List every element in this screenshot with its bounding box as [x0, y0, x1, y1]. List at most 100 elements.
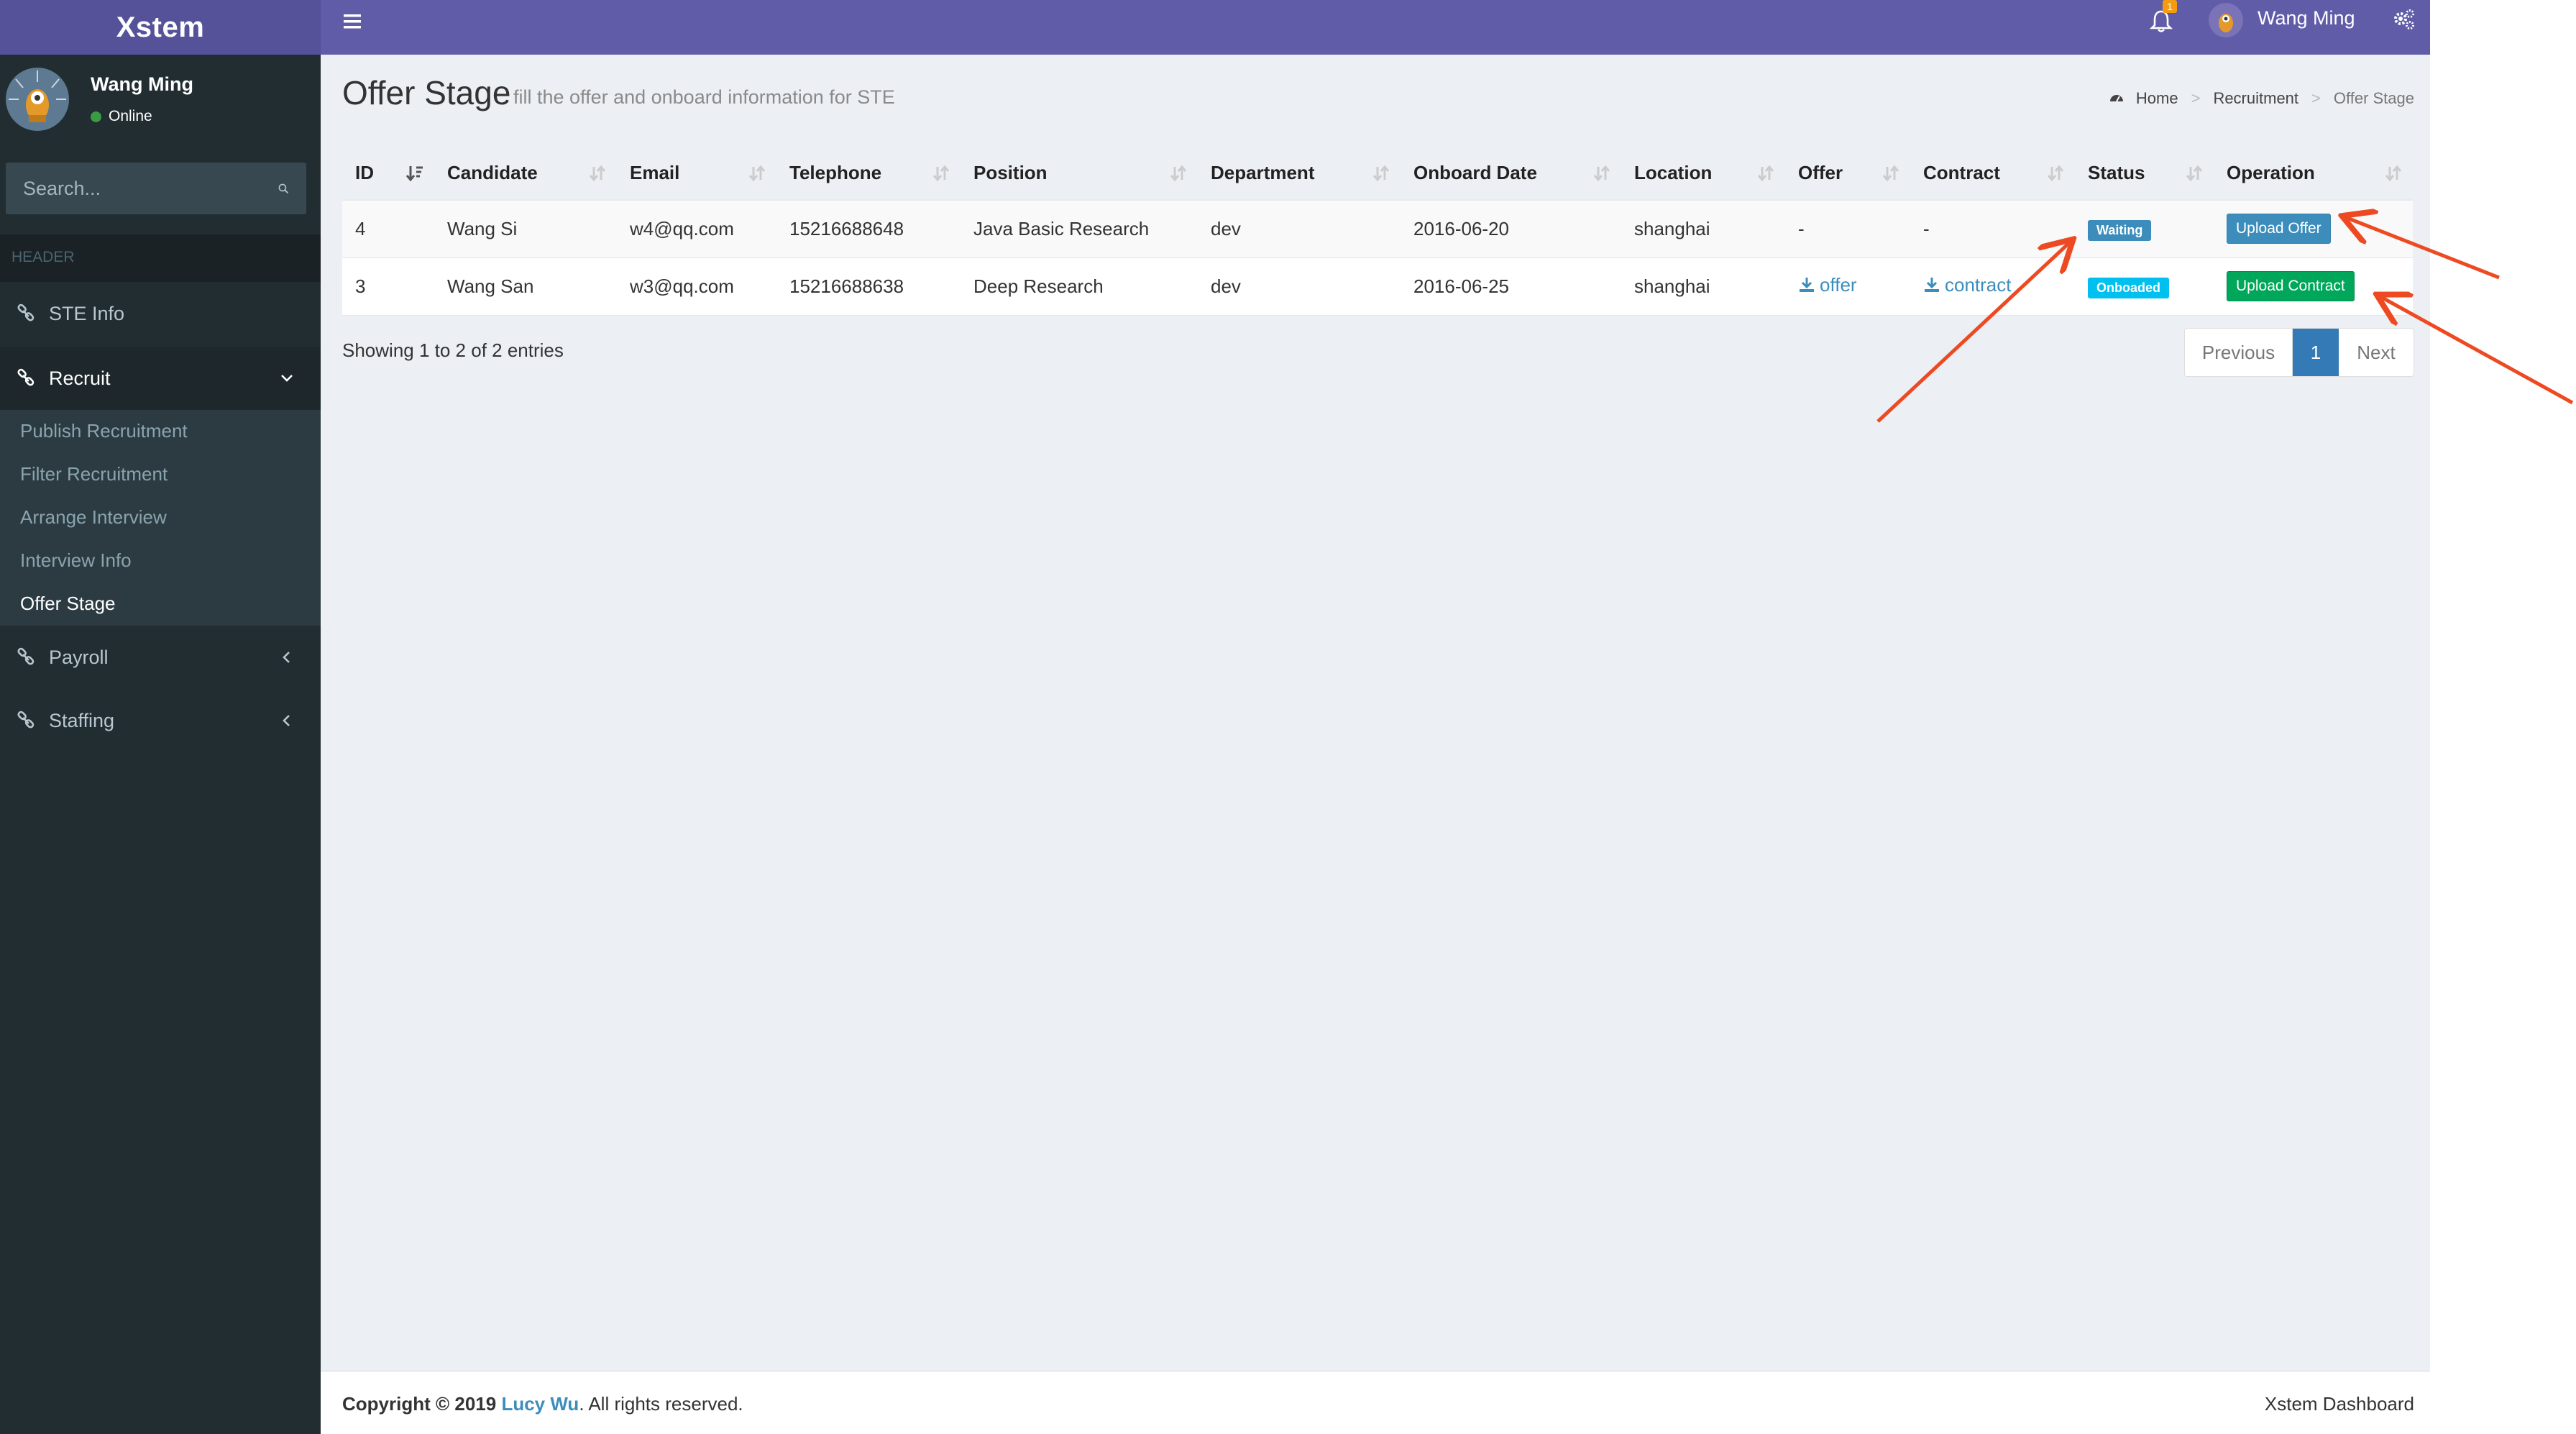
- pagination: Previous 1 Next: [2184, 328, 2414, 377]
- offer-table: ID Candidate Email Telephone Position De…: [342, 147, 2413, 316]
- column-header-contract[interactable]: Contract: [1910, 147, 2075, 201]
- cell-department: dev: [1198, 257, 1401, 316]
- user-avatar: [6, 68, 69, 131]
- dashboard-icon: [2109, 95, 2123, 102]
- status-badge: Waiting: [2088, 219, 2152, 241]
- sort-icon[interactable]: [1169, 164, 1188, 183]
- sort-icon[interactable]: [588, 164, 607, 183]
- pagination-next[interactable]: Next: [2339, 329, 2414, 376]
- top-user-name[interactable]: Wang Ming: [2258, 7, 2355, 29]
- breadcrumb: Home > Recruitment > Offer Stage: [2109, 89, 2414, 108]
- cell-location: shanghai: [1621, 257, 1785, 316]
- online-status-dot: [91, 111, 101, 122]
- upload-contract-button[interactable]: Upload Contract: [2227, 271, 2355, 301]
- breadcrumb-separator: >: [2191, 89, 2201, 107]
- rights-text: . All rights reserved.: [579, 1393, 743, 1415]
- column-header-department[interactable]: Department: [1198, 147, 1401, 201]
- column-header-offer[interactable]: Offer: [1785, 147, 1910, 201]
- top-user-avatar[interactable]: [2209, 3, 2243, 37]
- sidebar-item-staffing[interactable]: Staffing: [0, 689, 321, 752]
- table-row: 3 Wang San w3@qq.com 15216688638 Deep Re…: [342, 257, 2413, 316]
- cell-candidate: Wang Si: [434, 200, 617, 258]
- column-header-onboard-date[interactable]: Onboard Date: [1401, 147, 1621, 201]
- pagination-previous[interactable]: Previous: [2185, 329, 2293, 376]
- author-link[interactable]: Lucy Wu: [501, 1393, 579, 1415]
- notification-badge: 1: [2163, 0, 2177, 13]
- offer-link-label: offer: [1820, 273, 1857, 296]
- sidebar-item-recruit[interactable]: Recruit: [0, 347, 321, 410]
- download-icon: [1925, 278, 1939, 293]
- page-subtitle: fill the offer and onboard information f…: [513, 86, 895, 108]
- column-header-location[interactable]: Location: [1621, 147, 1785, 201]
- breadcrumb-recruitment[interactable]: Recruitment: [2213, 89, 2298, 108]
- footer: Copyright © 2019 Lucy Wu. All rights res…: [321, 1371, 2430, 1434]
- sort-icon[interactable]: [1372, 164, 1390, 183]
- recruit-submenu: Publish Recruitment Filter Recruitment A…: [0, 410, 321, 626]
- cell-department: dev: [1198, 200, 1401, 258]
- breadcrumb-home[interactable]: Home: [2136, 89, 2178, 108]
- contract-download-link[interactable]: contract: [1923, 274, 2012, 296]
- cell-contract: -: [1910, 200, 2075, 258]
- submenu-filter-recruitment[interactable]: Filter Recruitment: [20, 463, 168, 485]
- user-status: Online: [91, 108, 152, 125]
- sidebar: Xstem Wang Ming Online HEADER: [0, 0, 321, 1434]
- user-name: Wang Ming: [91, 73, 193, 95]
- link-icon: [17, 647, 35, 665]
- chevron-left-icon: [283, 715, 290, 726]
- sidebar-header: HEADER: [0, 234, 321, 282]
- pagination-page-1[interactable]: 1: [2293, 329, 2339, 376]
- app-logo[interactable]: Xstem: [0, 0, 321, 55]
- sort-desc-icon[interactable]: [405, 164, 424, 183]
- cell-email: w3@qq.com: [617, 257, 776, 316]
- page-title: Offer Stage: [342, 74, 511, 111]
- entries-info: Showing 1 to 2 of 2 entries: [342, 339, 564, 361]
- column-header-id[interactable]: ID: [342, 147, 434, 201]
- sort-icon[interactable]: [748, 164, 766, 183]
- column-header-candidate[interactable]: Candidate: [434, 147, 617, 201]
- cell-telephone: 15216688648: [776, 200, 961, 258]
- search-icon[interactable]: [278, 178, 289, 199]
- sort-icon[interactable]: [2384, 164, 2403, 183]
- cell-onboard-date: 2016-06-20: [1401, 200, 1621, 258]
- cell-telephone: 15216688638: [776, 257, 961, 316]
- sidebar-item-label: Payroll: [49, 646, 109, 668]
- column-header-email[interactable]: Email: [617, 147, 776, 201]
- table-header-row: ID Candidate Email Telephone Position De…: [342, 147, 2413, 201]
- sidebar-item-label: Recruit: [49, 367, 111, 389]
- sidebar-item-ste-info[interactable]: STE Info: [0, 282, 321, 345]
- offer-download-link[interactable]: offer: [1798, 274, 1857, 296]
- column-header-telephone[interactable]: Telephone: [776, 147, 961, 201]
- cell-offer: offer: [1785, 257, 1910, 316]
- submenu-arrange-interview[interactable]: Arrange Interview: [20, 506, 167, 529]
- sort-icon[interactable]: [2185, 164, 2204, 183]
- column-header-status[interactable]: Status: [2075, 147, 2214, 201]
- sort-icon[interactable]: [2046, 164, 2065, 183]
- sort-icon[interactable]: [1592, 164, 1611, 183]
- submenu-publish-recruitment[interactable]: Publish Recruitment: [20, 420, 188, 442]
- column-header-position[interactable]: Position: [961, 147, 1198, 201]
- sidebar-item-payroll[interactable]: Payroll: [0, 626, 321, 689]
- link-icon: [17, 303, 35, 321]
- gears-icon[interactable]: [2391, 7, 2416, 32]
- cell-operation: Upload Contract: [2214, 257, 2413, 316]
- sort-icon[interactable]: [932, 164, 950, 183]
- footer-copyright: Copyright © 2019 Lucy Wu. All rights res…: [342, 1393, 743, 1415]
- download-icon: [1800, 278, 1814, 293]
- submenu-interview-info[interactable]: Interview Info: [20, 549, 132, 572]
- sidebar-item-label: STE Info: [49, 302, 125, 324]
- column-header-operation[interactable]: Operation: [2214, 147, 2413, 201]
- contract-link-label: contract: [1945, 273, 2012, 296]
- sort-icon[interactable]: [1756, 164, 1775, 183]
- sidebar-search: [6, 163, 306, 214]
- cell-position: Deep Research: [961, 257, 1198, 316]
- cell-operation: Upload Offer: [2214, 200, 2413, 258]
- breadcrumb-current: Offer Stage: [2333, 89, 2414, 107]
- user-panel: Wang Ming Online: [6, 66, 315, 138]
- upload-offer-button[interactable]: Upload Offer: [2227, 214, 2331, 245]
- submenu-offer-stage[interactable]: Offer Stage: [20, 593, 116, 615]
- cell-position: Java Basic Research: [961, 200, 1198, 258]
- hamburger-menu-icon[interactable]: [341, 10, 364, 33]
- search-input[interactable]: [23, 177, 278, 200]
- table-row: 4 Wang Si w4@qq.com 15216688648 Java Bas…: [342, 200, 2413, 258]
- sort-icon[interactable]: [1881, 164, 1900, 183]
